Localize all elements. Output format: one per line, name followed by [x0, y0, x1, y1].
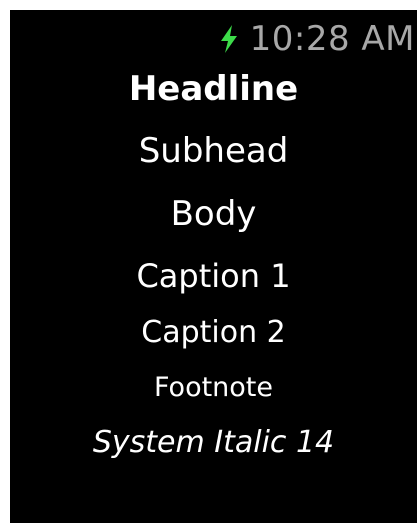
body-label: Body	[170, 194, 257, 234]
caption-2-label: Caption 2	[141, 315, 286, 350]
subhead-label: Subhead	[138, 131, 289, 171]
status-bar: 10:28 AM	[218, 16, 415, 62]
footnote-label: Footnote	[153, 372, 274, 403]
system-italic-14-label: System Italic 14	[92, 425, 335, 460]
status-time: 10:28 AM	[249, 19, 415, 59]
caption-1-label: Caption 1	[136, 257, 291, 295]
headline-label: Headline	[128, 69, 299, 109]
bolt-icon	[220, 25, 237, 53]
watch-screen: 10:28 AM Headline Subhead Body Caption 1…	[10, 10, 417, 523]
